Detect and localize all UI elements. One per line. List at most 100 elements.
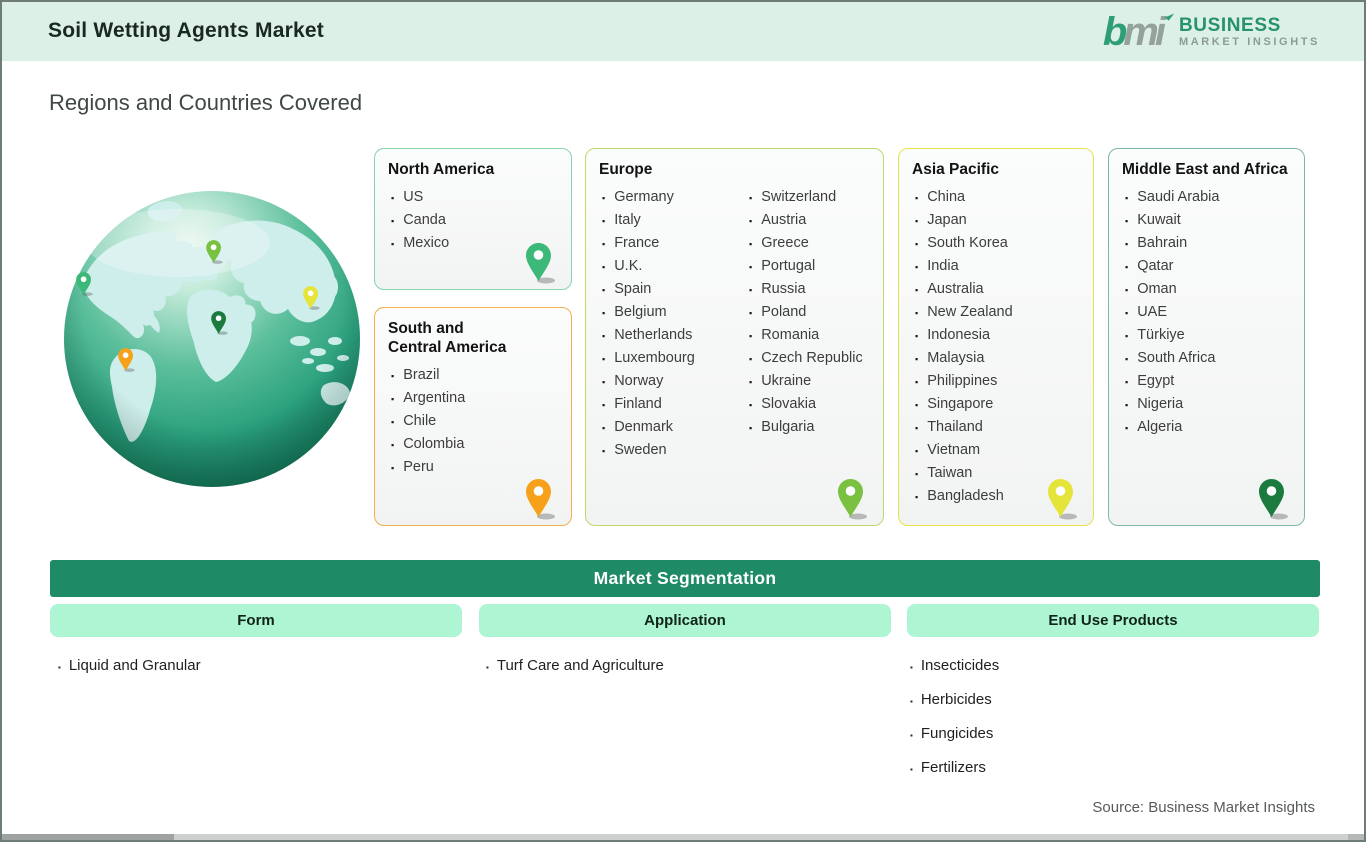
- list-item: ▪ Malaysia: [912, 347, 1083, 370]
- logo-text: BUSINESS MARKET INSIGHTS: [1179, 15, 1320, 49]
- list-item: ▪ Philippines: [912, 370, 1083, 393]
- bullet-icon: ▪: [602, 423, 606, 433]
- list-item-label: UAE: [1137, 304, 1168, 320]
- list-item: ▪ China: [912, 186, 1083, 209]
- bullet-icon: ▪: [1125, 285, 1129, 295]
- list-item-label: Greece: [761, 235, 809, 251]
- world-globe-illustration: [62, 189, 362, 489]
- region-card-north-america: North America ▪ US ▪ Canda ▪ Mexico: [374, 148, 572, 290]
- list-item: ▪ Japan: [912, 209, 1083, 232]
- bmi-logo-mark: bmi: [1102, 10, 1175, 54]
- list-item: ▪ Portugal: [746, 255, 863, 278]
- list-item-label: Sweden: [614, 442, 667, 458]
- bullet-icon: ▪: [915, 446, 919, 456]
- globe-pin-asia-pacific-icon: [303, 286, 320, 310]
- form-items-list: ▪ Liquid and Granular: [58, 656, 201, 690]
- bullet-icon: ▪: [915, 469, 919, 479]
- bullet-icon: ▪: [602, 193, 606, 203]
- list-item: ▪ India: [912, 255, 1083, 278]
- bullet-icon: ▪: [1125, 308, 1129, 318]
- list-item-label: South Korea: [927, 235, 1008, 251]
- bullet-icon: ▪: [915, 354, 919, 364]
- region-card-middle-east-africa: Middle East and Africa ▪ Saudi Arabia ▪ Kuw…: [1108, 148, 1305, 526]
- list-item: ▪ New Zealand: [912, 301, 1083, 324]
- bullet-icon: ▪: [910, 663, 913, 672]
- bullet-icon: ▪: [915, 193, 919, 203]
- list-item: ▪ Nigeria: [1122, 393, 1294, 416]
- scrollbar-thumb[interactable]: [2, 834, 174, 840]
- bullet-icon: ▪: [391, 216, 395, 226]
- list-item-label: Germany: [614, 189, 674, 205]
- list-item-label: Denmark: [614, 419, 674, 435]
- segment-column-form: Form: [50, 604, 462, 637]
- bullet-icon: ▪: [910, 765, 913, 774]
- scrollbar-corner: [1348, 834, 1364, 840]
- list-item: ▪ Romania: [746, 324, 863, 347]
- list-item-label: Kuwait: [1137, 212, 1181, 228]
- source-attribution: Source: Business Market Insights: [1092, 799, 1315, 816]
- list-item: ▪ U.K.: [599, 255, 746, 278]
- list-item: ▪ Herbicides: [910, 690, 999, 712]
- bullet-icon: ▪: [602, 446, 606, 456]
- page-title: Soil Wetting Agents Market: [48, 19, 324, 42]
- bullet-icon: ▪: [391, 440, 395, 450]
- bullet-icon: ▪: [915, 308, 919, 318]
- list-item: ▪ Denmark: [599, 416, 746, 439]
- list-item-label: Qatar: [1137, 258, 1174, 274]
- list-item-label: Portugal: [761, 258, 816, 274]
- bullet-icon: ▪: [749, 400, 753, 410]
- list-item: ▪ Spain: [599, 278, 746, 301]
- list-item-label: India: [927, 258, 959, 274]
- bullet-icon: ▪: [391, 394, 395, 404]
- bullet-icon: ▪: [1125, 400, 1129, 410]
- list-item: ▪ Oman: [1122, 278, 1294, 301]
- list-item-label: Insecticides: [920, 657, 1000, 674]
- location-pin-icon: [1259, 479, 1288, 520]
- region-country-list: ▪ China ▪ Japan ▪ South Korea ▪ India ▪ Australia…: [912, 186, 1083, 508]
- infographic-page: Soil Wetting Agents Market bmi BUSINESS …: [0, 0, 1366, 842]
- list-item: ▪ Luxembourg: [599, 347, 746, 370]
- end-use-products-items-list: ▪ Insecticides ▪ Herbicides ▪ Fungicides ▪ Fert…: [910, 656, 999, 792]
- list-item: ▪ Australia: [912, 278, 1083, 301]
- bullet-icon: ▪: [910, 731, 913, 740]
- region-country-list-col1: ▪ Germany ▪ Italy ▪ France ▪ U.K. ▪ Spain ▪ Belgium…: [599, 186, 746, 462]
- list-item-label: U.K.: [614, 258, 643, 274]
- list-item-label: Vietnam: [927, 442, 981, 458]
- list-item: ▪ Thailand: [912, 416, 1083, 439]
- list-item-label: Fertilizers: [920, 759, 986, 776]
- application-items-list: ▪ Turf Care and Agriculture: [486, 656, 664, 690]
- bullet-icon: ▪: [749, 331, 753, 341]
- list-item: ▪ Saudi Arabia: [1122, 186, 1294, 209]
- bullet-icon: ▪: [749, 377, 753, 387]
- bullet-icon: ▪: [1125, 216, 1129, 226]
- bullet-icon: ▪: [58, 663, 61, 672]
- list-item: ▪ Belgium: [599, 301, 746, 324]
- region-country-list-col2: ▪ Switzerland ▪ Austria ▪ Greece ▪ Portugal ▪ Rus…: [746, 186, 863, 462]
- list-item: ▪ Egypt: [1122, 370, 1294, 393]
- bullet-icon: ▪: [602, 400, 606, 410]
- list-item-label: US: [403, 189, 424, 205]
- list-item-label: Turf Care and Agriculture: [496, 657, 664, 674]
- bmi-logo-mark-green: b: [1102, 10, 1128, 54]
- list-item-label: Czech Republic: [761, 350, 863, 366]
- bullet-icon: ▪: [602, 331, 606, 341]
- list-item-label: Taiwan: [927, 465, 973, 481]
- list-item-label: Oman: [1137, 281, 1177, 297]
- list-item: ▪ Poland: [746, 301, 863, 324]
- list-item-label: Fungicides: [920, 725, 994, 742]
- list-item: ▪ Chile: [388, 410, 561, 433]
- bullet-icon: ▪: [749, 216, 753, 226]
- list-item-label: China: [927, 189, 966, 205]
- list-item: ▪ UAE: [1122, 301, 1294, 324]
- list-item: ▪ Russia: [746, 278, 863, 301]
- list-item: ▪ Qatar: [1122, 255, 1294, 278]
- leaf-accent-icon: [1164, 10, 1175, 21]
- list-item-label: Malaysia: [927, 350, 985, 366]
- list-item: ▪ Türkiye: [1122, 324, 1294, 347]
- bullet-icon: ▪: [391, 371, 395, 381]
- region-card-south-central-america: South and Central America ▪ Brazil ▪ Argent…: [374, 307, 572, 526]
- horizontal-scrollbar[interactable]: [2, 834, 1364, 840]
- list-item-label: Argentina: [403, 390, 466, 406]
- list-item: ▪ Indonesia: [912, 324, 1083, 347]
- list-item: ▪ Fungicides: [910, 724, 999, 746]
